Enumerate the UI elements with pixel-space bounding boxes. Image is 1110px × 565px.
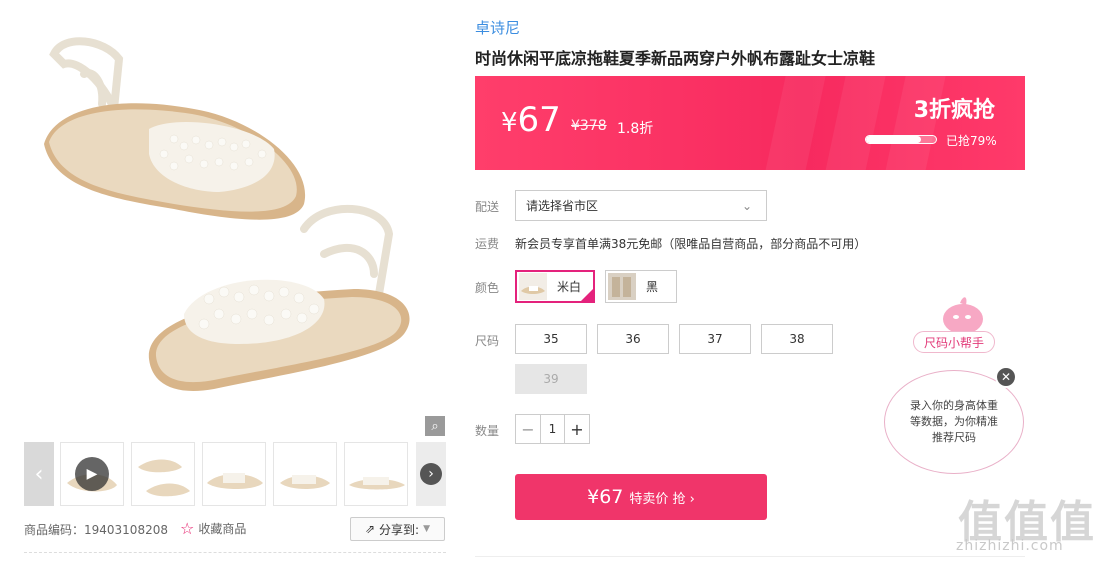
thumbnail-item[interactable] [273,442,337,506]
divider [24,552,446,553]
product-title: 时尚休闲平底凉拖鞋夏季新品两穿户外帆布露趾女士凉鞋 [475,49,876,68]
play-icon[interactable]: ▶ [75,457,109,491]
share-button[interactable]: ⇗ 分享到: ▼ [350,517,445,541]
divider [475,556,1025,557]
color-swatch [608,273,636,300]
quantity-minus-button[interactable]: − [516,415,540,443]
size-option-36[interactable]: 36 [597,324,669,354]
main-product-image[interactable] [24,14,446,439]
color-swatch [519,273,547,300]
delivery-label: 配送 [475,200,500,214]
color-label: 颜色 [475,281,500,295]
buy-button[interactable]: ¥67 特卖价 抢 › [515,474,767,520]
favorite-button[interactable]: ☆ 收藏商品 [180,520,246,537]
region-select-value: 请选择省市区 [526,199,599,213]
buy-button-price: ¥67 [587,486,624,508]
quantity-plus-button[interactable]: + [565,415,589,443]
size-helper-tag[interactable]: 尺码小帮手 [913,331,996,353]
zoom-icon[interactable]: ⌕ [425,416,445,436]
shipping-label: 运费 [475,237,500,251]
sale-price: ¥67 [501,100,561,140]
thumb-next-button[interactable]: › [416,442,446,506]
original-price: ¥378 [571,118,607,134]
close-icon[interactable]: ✕ [995,366,1017,388]
selected-check-icon [579,287,595,303]
share-icon: ⇗ [364,522,376,536]
size-option-35[interactable]: 35 [515,324,587,354]
mascot-icon [943,297,983,334]
brand-link[interactable]: 卓诗尼 [475,17,520,38]
region-select[interactable]: 请选择省市区 ⌄ [515,190,767,221]
product-code: 商品编码：19403108208 [24,522,168,537]
thumbnail-video[interactable]: ▶ [60,442,124,506]
watermark-url: zhizhizhi.com [956,538,1064,554]
size-option-38[interactable]: 38 [761,324,833,354]
size-option-39: 39 [515,364,587,394]
size-option-37[interactable]: 37 [679,324,751,354]
chevron-down-icon: ⌄ [741,199,752,213]
thumbnail-strip: ‹ ▶ › [24,442,446,506]
quantity-input[interactable]: 1 [540,415,565,443]
favorite-label: 收藏商品 [198,522,247,536]
share-label: 分享到: [379,522,420,537]
quantity-stepper: − 1 + [515,414,590,444]
caret-down-icon: ▼ [423,524,431,534]
product-meta-row: 商品编码：19403108208 ☆ 收藏商品 ⇗ 分享到: ▼ [24,516,446,542]
sandals-image [44,37,410,391]
quantity-label: 数量 [475,424,500,438]
color-option-black[interactable]: 黑 [605,270,677,303]
color-option-beige[interactable]: 米白 [515,270,595,303]
thumbnail-item[interactable] [131,442,195,506]
price-banner: ¥67 ¥378 1.8折 3折疯抢 已抢79% [475,76,1025,170]
size-label: 尺码 [475,334,500,348]
sold-progress-bar [865,135,937,144]
thumb-prev-button[interactable]: ‹ [24,442,54,506]
color-option-label: 米白 [557,280,582,294]
color-option-label: 黑 [646,280,659,294]
flash-sale-title: 3折疯抢 [913,98,995,123]
thumbnail-item[interactable] [344,442,408,506]
discount-label: 1.8折 [617,121,654,137]
chevron-right-icon: › [420,463,442,485]
star-icon: ☆ [180,518,195,538]
sold-progress-label: 已抢79% [946,134,997,148]
buy-button-label: 特卖价 抢 › [629,491,695,507]
thumbnail-item[interactable] [202,442,266,506]
shipping-info: 新会员专享首单满38元免邮（限唯品自营商品，部分商品不可用） [515,237,867,251]
